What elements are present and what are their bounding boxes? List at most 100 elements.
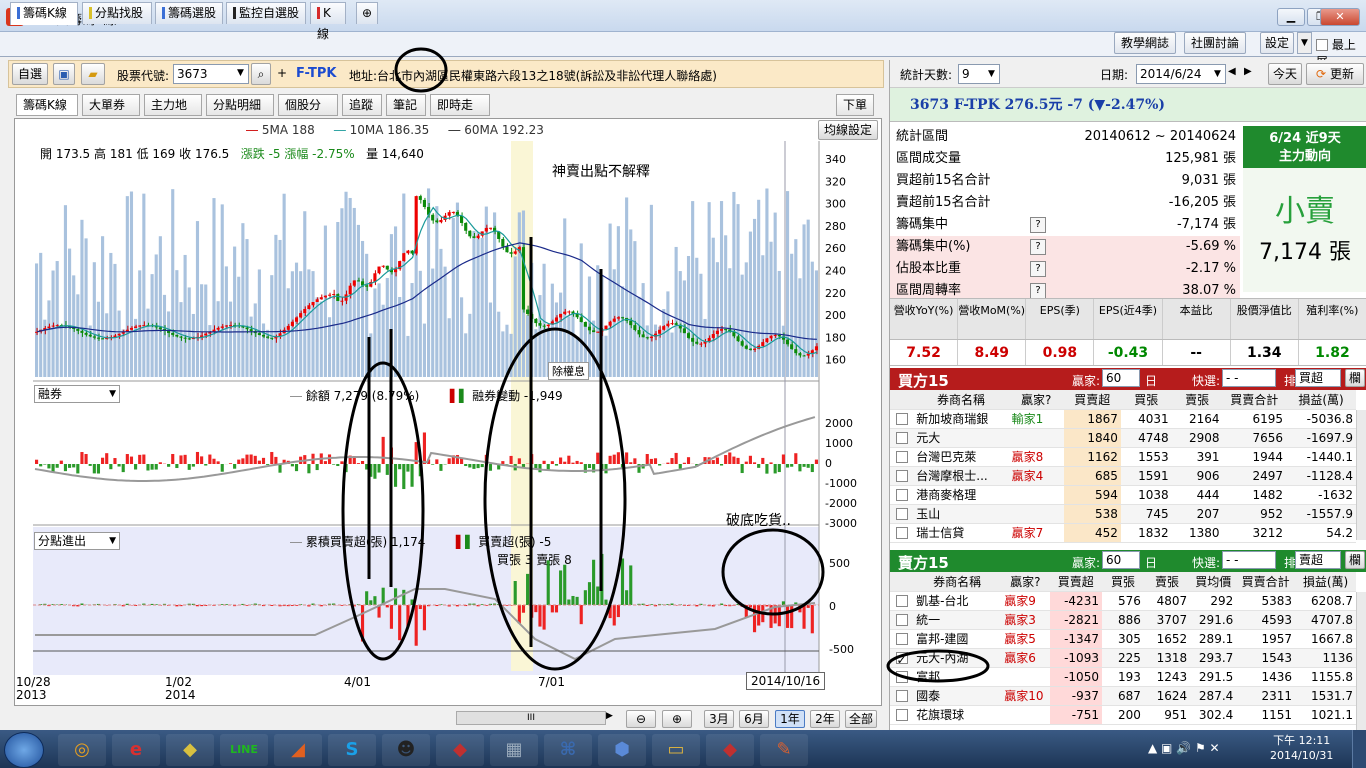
subtab-2[interactable]: 主力地圖: [144, 94, 202, 132]
subtab-0[interactable]: 籌碼K線: [16, 94, 78, 116]
column-header[interactable]: 券商名稱: [913, 390, 1009, 410]
subtab-6[interactable]: 筆記: [386, 94, 426, 116]
chevron-down-icon[interactable]: ▼: [1214, 69, 1221, 79]
table-row[interactable]: 花旗環球 -751 200 951 302.4 1151 1021.1: [890, 705, 1356, 725]
row-checkbox[interactable]: [890, 504, 914, 524]
table-row[interactable]: 港商麥格理 594 1038 444 1482 -1632: [890, 485, 1356, 505]
app-icon[interactable]: ◆: [166, 734, 214, 766]
main-tab-1[interactable]: 分點找股: [82, 2, 152, 24]
chrome-icon[interactable]: ◎: [58, 734, 106, 766]
next-date-icon[interactable]: ▶: [1244, 66, 1252, 77]
help-icon[interactable]: ?: [1030, 239, 1046, 255]
settings-dropdown-icon[interactable]: ▼: [1297, 32, 1312, 54]
chart-scrollbar[interactable]: III: [456, 711, 606, 725]
zoom-0-button[interactable]: 3月: [704, 710, 734, 728]
subtab-4[interactable]: 個股分析: [278, 94, 338, 132]
column-header[interactable]: 賣張: [1143, 572, 1191, 592]
main-tab-0[interactable]: 籌碼K線: [10, 2, 78, 25]
explorer-icon[interactable]: ▭: [652, 734, 700, 766]
help-icon[interactable]: ?: [1030, 217, 1046, 233]
row-checkbox[interactable]: [890, 705, 914, 725]
zoom-1-button[interactable]: 6月: [739, 710, 769, 728]
line-icon[interactable]: LINE: [220, 734, 268, 766]
row-checkbox[interactable]: [890, 629, 914, 649]
column-header[interactable]: 買賣超: [1063, 390, 1121, 410]
subtab-1[interactable]: 大單券商: [82, 94, 140, 132]
row-checkbox[interactable]: [890, 409, 914, 429]
sell-table-scrollbar[interactable]: [1356, 592, 1366, 730]
column-header[interactable]: 買賣合計: [1222, 390, 1287, 410]
app-icon[interactable]: ⬢: [598, 734, 646, 766]
prev-date-icon[interactable]: ◀: [1228, 66, 1236, 77]
buy-table-scrollbar[interactable]: [1356, 410, 1366, 540]
start-button[interactable]: [4, 732, 44, 768]
table-row[interactable]: 瑞士信貸 贏家7 452 1832 1380 3212 54.2: [890, 523, 1356, 543]
subtab-3[interactable]: 分點明細: [206, 94, 274, 116]
buy-days-select[interactable]: 60: [1102, 369, 1140, 387]
help-icon[interactable]: ?: [1030, 283, 1046, 299]
zoom-3-button[interactable]: 2年: [810, 710, 840, 728]
column-header[interactable]: 損益(萬): [1286, 390, 1356, 410]
column-header[interactable]: 贏家?: [1001, 572, 1050, 592]
order-button[interactable]: 下單: [836, 94, 875, 116]
panel3-select[interactable]: 分點進出 ▼: [34, 532, 120, 550]
search-icon[interactable]: ⌕: [251, 63, 271, 85]
select-button[interactable]: 自選: [12, 63, 48, 85]
column-header[interactable]: 買張: [1120, 390, 1172, 410]
browser-icon[interactable]: e: [112, 734, 160, 766]
table-row[interactable]: 凱基-台北 贏家9 -4231 576 4807 292 5383 6208.7: [890, 591, 1356, 611]
calculator-icon[interactable]: ▦: [490, 734, 538, 766]
zoom-2-button[interactable]: 1年: [775, 710, 805, 728]
column-header[interactable]: 券商名稱: [913, 572, 1002, 592]
subtab-7[interactable]: 即時走勢: [430, 94, 490, 132]
chevron-down-icon[interactable]: ▼: [988, 69, 995, 79]
zoom-4-button[interactable]: 全部: [845, 710, 877, 728]
app-icon[interactable]: ◢: [274, 734, 322, 766]
table-row[interactable]: 台灣摩根士... 贏家4 685 1591 906 2497 -1128.4: [890, 466, 1356, 486]
buy-quick-select[interactable]: - -: [1222, 369, 1276, 387]
help-icon[interactable]: ?: [1030, 261, 1046, 277]
ma-settings-button[interactable]: 均線設定: [818, 120, 878, 140]
today-button[interactable]: 今天: [1268, 63, 1302, 85]
sell-sort-select[interactable]: 賣超: [1295, 551, 1341, 569]
paint-icon[interactable]: ✎: [760, 734, 808, 766]
row-checkbox[interactable]: [890, 523, 914, 543]
table-row[interactable]: 元大 1840 4748 2908 7656 -1697.9: [890, 428, 1356, 448]
add-tab-icon[interactable]: ⊕: [356, 2, 378, 24]
column-header[interactable]: 贏家?: [1008, 390, 1064, 410]
table-row[interactable]: 台灣巴克萊 贏家8 1162 1553 391 1944 -1440.1: [890, 447, 1356, 467]
subtab-5[interactable]: 追蹤: [342, 94, 382, 116]
python-icon[interactable]: ⌘: [544, 734, 592, 766]
row-checkbox[interactable]: [890, 591, 914, 611]
save-icon[interactable]: ▣: [53, 63, 75, 85]
column-header[interactable]: 買賣合計: [1236, 572, 1296, 592]
table-row[interactable]: 新加坡商瑞銀 輸家1 1867 4031 2164 6195 -5036.8: [890, 409, 1356, 429]
settings-button[interactable]: 設定: [1260, 32, 1295, 54]
zoom-out-icon[interactable]: ⊖: [626, 710, 656, 728]
column-header[interactable]: 損益(萬): [1295, 572, 1356, 592]
scroll-right-icon[interactable]: ▶: [606, 711, 613, 721]
panel2-select[interactable]: 融券 ▼: [34, 385, 120, 403]
table-row[interactable]: 富邦-建國 贏家5 -1347 305 1652 289.1 1957 1667.8: [890, 629, 1356, 649]
date-input[interactable]: 2014/6/24: [1136, 64, 1226, 84]
sell-days-select[interactable]: 60: [1102, 551, 1140, 569]
table-row[interactable]: 玉山 538 745 207 952 -1557.9: [890, 504, 1356, 524]
qq-icon[interactable]: ☻: [382, 734, 430, 766]
refresh-button[interactable]: ⟳ 更新: [1306, 63, 1364, 85]
row-checkbox[interactable]: [890, 466, 914, 486]
add-icon[interactable]: +: [274, 63, 290, 85]
zoom-in-icon[interactable]: ⊕: [662, 710, 692, 728]
main-tab-4[interactable]: K線: [310, 2, 346, 41]
tutorial-blog-button[interactable]: 教學網誌: [1114, 32, 1177, 54]
forum-button[interactable]: 社團討論: [1184, 32, 1247, 54]
row-checkbox[interactable]: [890, 686, 914, 706]
sell-columns-button[interactable]: 欄: [1345, 551, 1365, 569]
table-row[interactable]: 統一 贏家3 -2821 886 3707 291.6 4593 4707.8: [890, 610, 1356, 630]
row-checkbox[interactable]: [890, 485, 914, 505]
minimize-button[interactable]: ▁: [1277, 8, 1305, 26]
row-checkbox[interactable]: [890, 428, 914, 448]
folder-icon[interactable]: ▰: [81, 63, 105, 85]
main-tab-3[interactable]: 監控自選股: [226, 2, 306, 24]
column-header[interactable]: 買均價: [1190, 572, 1237, 592]
sell-quick-select[interactable]: - -: [1222, 551, 1276, 569]
